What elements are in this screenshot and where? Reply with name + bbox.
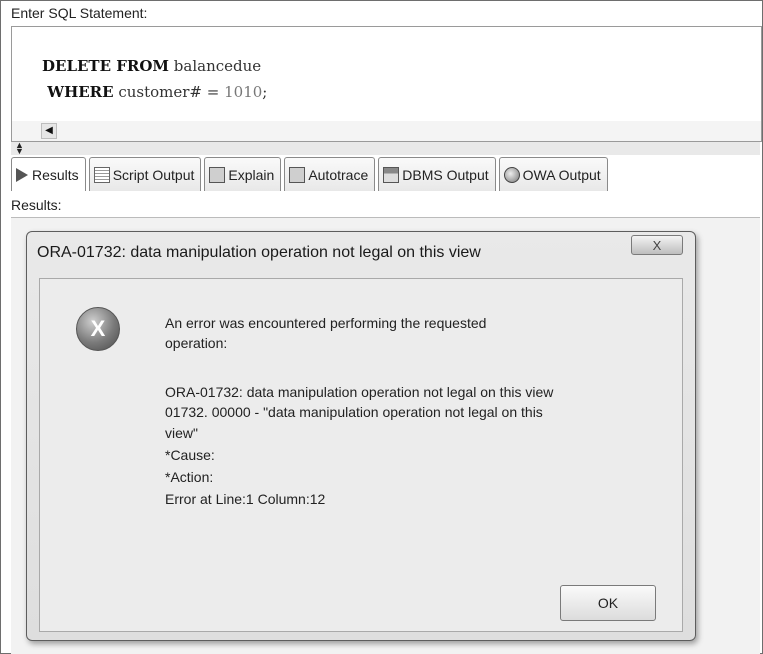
owa-output-icon: [503, 166, 520, 183]
ok-button[interactable]: OK: [560, 585, 656, 621]
output-tabs: Results Script Output Explain Autotrace …: [11, 157, 762, 191]
code-line-2: WHERE customer# = 1010;: [42, 83, 267, 101]
sql-statement-label: Enter SQL Statement:: [11, 5, 148, 21]
sql-worksheet-window: Enter SQL Statement: DELETE FROM balance…: [0, 0, 763, 654]
tab-label: Autotrace: [308, 166, 369, 183]
tab-owa-output[interactable]: OWA Output: [498, 157, 608, 191]
sql-number: 1010: [224, 83, 263, 101]
tab-explain[interactable]: Explain: [204, 157, 282, 191]
sql-text: customer# =: [113, 83, 225, 101]
autotrace-icon: [289, 166, 306, 183]
expand-collapse-icon[interactable]: ▲ ▼: [15, 141, 24, 156]
explain-icon: [209, 166, 226, 183]
dbms-output-icon: [383, 166, 400, 183]
message-line: operation:: [165, 335, 228, 351]
error-icon: X: [76, 307, 120, 351]
sql-keyword: DELETE FROM: [42, 57, 170, 75]
dialog-title: ORA-01732: data manipulation operation n…: [37, 244, 481, 261]
sql-text: balancedue: [169, 57, 262, 75]
tab-label: Results: [32, 166, 79, 183]
code-line-1: DELETE FROM balancedue: [42, 57, 261, 75]
error-dialog: ORA-01732: data manipulation operation n…: [26, 231, 696, 641]
play-icon: [16, 167, 28, 182]
close-button[interactable]: X: [631, 235, 683, 255]
tab-label: Explain: [228, 166, 275, 183]
tab-autotrace[interactable]: Autotrace: [284, 157, 376, 191]
tab-dbms-output[interactable]: DBMS Output: [378, 157, 496, 191]
dialog-body: X An error was encountered performing th…: [39, 278, 683, 632]
scroll-left-icon[interactable]: ◀: [41, 123, 57, 139]
sql-text: ;: [262, 83, 268, 101]
message-line: An error was encountered performing the …: [165, 315, 487, 331]
message-line: 01732. 00000 - "data manipulation operat…: [165, 404, 543, 420]
sql-keyword: WHERE: [42, 83, 114, 101]
horizontal-scrollbar[interactable]: ◀: [11, 121, 762, 142]
message-line: *Action:: [165, 469, 214, 485]
script-output-icon: [93, 166, 110, 183]
tab-script-output[interactable]: Script Output: [88, 157, 202, 191]
tab-results[interactable]: Results: [11, 157, 86, 191]
tab-label: Script Output: [112, 166, 195, 183]
message-line: view": [165, 425, 198, 441]
panel-splitter[interactable]: ▲ ▼: [11, 141, 760, 156]
message-line: ORA-01732: data manipulation operation n…: [165, 384, 554, 400]
sql-editor[interactable]: DELETE FROM balancedue WHERE customer# =…: [11, 26, 762, 123]
message-line: Error at Line:1 Column:12: [165, 491, 326, 507]
tab-label: OWA Output: [522, 166, 601, 183]
results-label: Results:: [11, 197, 62, 213]
tab-label: DBMS Output: [402, 166, 489, 183]
message-line: *Cause:: [165, 447, 215, 463]
